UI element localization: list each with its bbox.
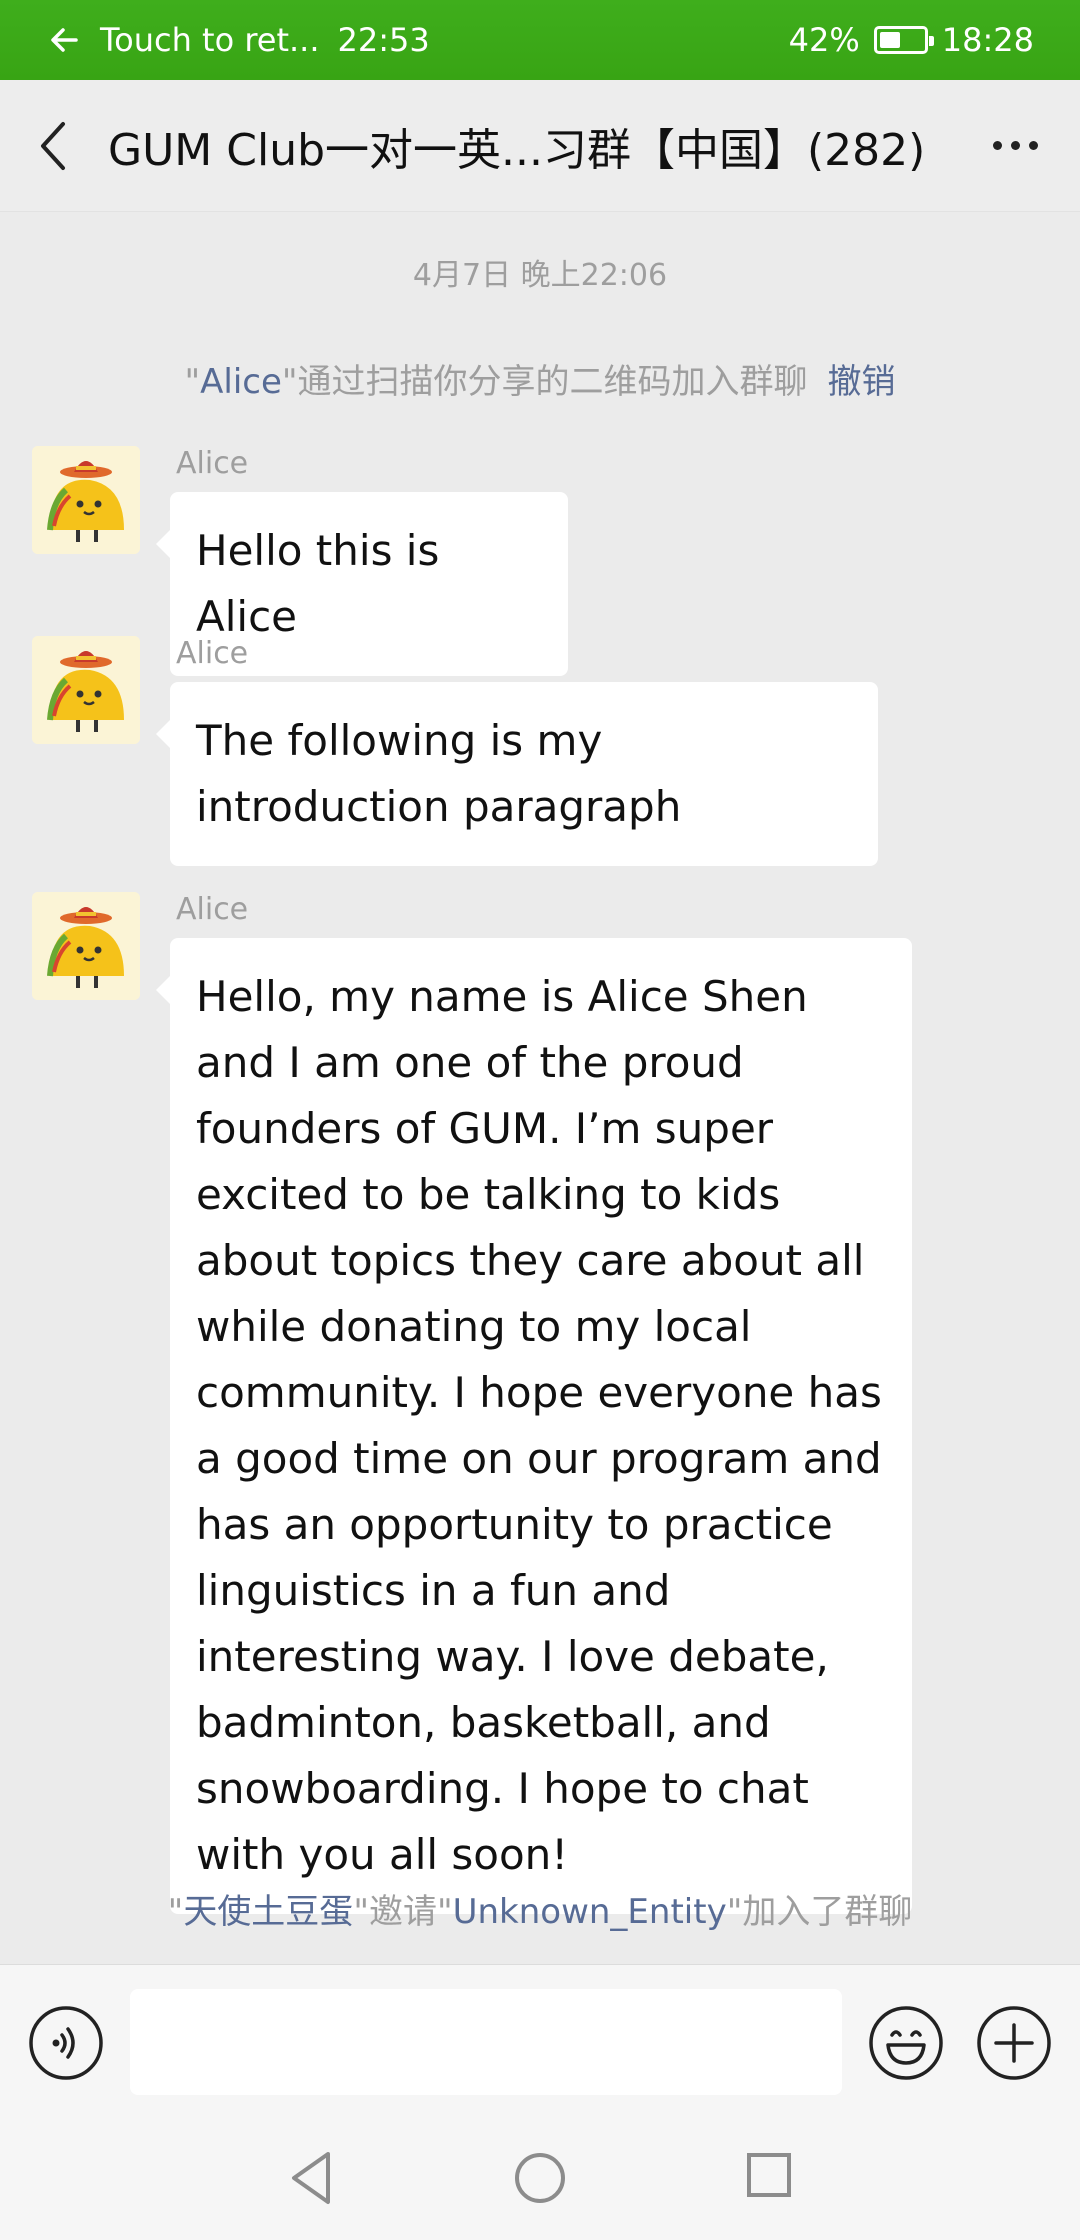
chat-area[interactable]: 4月7日 晚上22:06 "Alice"通过扫描你分享的二维码加入群聊 撤销 Al… <box>0 212 1080 1964</box>
input-bar <box>0 1964 1080 2120</box>
invite-text: "邀请" <box>353 1892 453 1932</box>
chevron-left-icon <box>41 121 65 170</box>
return-to-call[interactable]: Touch to ret... 22:53 <box>46 21 430 59</box>
revoke-link[interactable]: 撤销 <box>828 362 896 402</box>
join-notice-text: "通过扫描你分享的二维码加入群聊 <box>281 362 808 402</box>
chat-title: GUM Club一对一英...习群【中国】(282) <box>108 124 926 176</box>
more-dots-icon <box>1010 140 1020 150</box>
taco-avatar-icon <box>32 636 140 744</box>
status-bar[interactable]: Touch to ret... 22:53 42% 18:28 <box>0 0 1080 80</box>
battery-icon <box>873 26 934 54</box>
back-button[interactable] <box>10 80 100 212</box>
battery-level <box>879 32 900 48</box>
arrow-left-icon <box>51 28 78 52</box>
battery-percent: 42% <box>788 21 860 59</box>
taco-avatar-icon <box>32 446 140 554</box>
clock: 18:28 <box>941 21 1034 59</box>
sender-name: Alice <box>176 446 249 481</box>
emoji-icon[interactable] <box>868 2005 944 2081</box>
join-notice: "Alice"通过扫描你分享的二维码加入群聊 撤销 <box>0 354 1080 403</box>
message-bubble[interactable]: Hello, my name is Alice Shen and I am on… <box>156 938 912 1914</box>
invite-notice: "天使土豆蛋"邀请"Unknown_Entity"加入了群聊 <box>0 1884 1080 1933</box>
return-call-label: Touch to ret... <box>100 21 320 59</box>
avatar[interactable] <box>32 636 140 744</box>
avatar[interactable] <box>32 892 140 1000</box>
invite-end-text: "加入了群聊 <box>726 1892 913 1932</box>
more-dots-icon <box>1028 140 1038 150</box>
voice-icon[interactable] <box>28 2005 104 2081</box>
triangle-back-icon[interactable] <box>286 2148 336 2208</box>
system-nav-bar <box>0 2120 1080 2240</box>
call-duration: 22:53 <box>337 21 430 59</box>
circle-home-icon[interactable] <box>514 2152 566 2204</box>
square-recent-icon[interactable] <box>746 2152 792 2198</box>
chat-header: GUM Club一对一英...习群【中国】(282) <box>0 80 1080 212</box>
invitee-name[interactable]: Unknown_Entity <box>453 1892 727 1932</box>
more-options-button[interactable] <box>980 120 1050 170</box>
message-bubble[interactable]: The following is my introduction paragra… <box>156 682 878 866</box>
joined-member-name[interactable]: Alice <box>200 362 282 402</box>
quote: " <box>167 1892 184 1932</box>
sender-name: Alice <box>176 636 249 671</box>
quote: " <box>184 362 201 402</box>
avatar[interactable] <box>32 446 140 554</box>
plus-icon[interactable] <box>976 2005 1052 2081</box>
inviter-name[interactable]: 天使土豆蛋 <box>183 1892 353 1932</box>
sender-name: Alice <box>176 892 249 927</box>
message-input[interactable] <box>130 1989 842 2095</box>
taco-avatar-icon <box>32 892 140 1000</box>
more-dots-icon <box>992 140 1002 150</box>
message-timestamp: 4月7日 晚上22:06 <box>412 258 668 293</box>
